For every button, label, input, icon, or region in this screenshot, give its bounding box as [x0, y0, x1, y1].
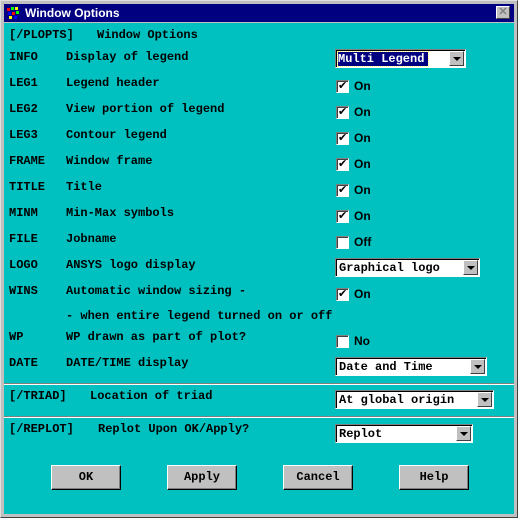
- date-desc: DATE/TIME display: [66, 356, 189, 370]
- window-title: Window Options: [25, 6, 120, 20]
- plopts-tag: [/PLOPTS]: [9, 28, 74, 42]
- leg2-key: LEG2: [9, 102, 38, 116]
- wp-plot-checkbox[interactable]: [336, 335, 349, 348]
- triad-desc: Location of triad: [90, 389, 213, 403]
- check-icon: ✔: [338, 79, 348, 92]
- replot-combo[interactable]: Replot: [335, 424, 473, 443]
- ok-button[interactable]: OK: [51, 465, 121, 490]
- close-x-icon: ✕: [498, 6, 508, 18]
- title-label: On: [354, 183, 371, 197]
- view-portion-checkbox[interactable]: ✔: [336, 105, 349, 119]
- close-button[interactable]: ✕: [496, 6, 510, 19]
- combo-value: Multi Legend: [336, 51, 430, 67]
- check-icon: ✔: [338, 157, 348, 170]
- window-frame-checkbox[interactable]: ✔: [336, 157, 349, 171]
- leg1-key: LEG1: [9, 76, 38, 90]
- cancel-button[interactable]: Cancel: [283, 465, 353, 490]
- combo-value: Graphical logo: [339, 261, 440, 275]
- legend-header-label: On: [354, 79, 371, 93]
- combo-value: Replot: [339, 427, 383, 441]
- date-key: DATE: [9, 356, 38, 370]
- dropdown-arrow-icon[interactable]: [477, 392, 492, 407]
- check-icon: ✔: [338, 183, 348, 196]
- separator: [4, 383, 514, 385]
- file-desc: Jobname: [66, 232, 117, 246]
- leg2-desc: View portion of legend: [66, 102, 225, 116]
- title-checkbox[interactable]: ✔: [336, 183, 349, 197]
- logo-key: LOGO: [9, 258, 38, 272]
- ansys-app-icon: [7, 7, 19, 19]
- contour-legend-checkbox[interactable]: ✔: [336, 131, 349, 145]
- check-icon: ✔: [338, 209, 348, 222]
- auto-window-sizing-checkbox[interactable]: ✔: [336, 287, 349, 301]
- frame-desc: Window frame: [66, 154, 153, 168]
- wp-key: WP: [9, 330, 24, 344]
- min-max-checkbox[interactable]: ✔: [336, 209, 349, 223]
- minm-key: MINM: [9, 206, 38, 220]
- wp-plot-label: No: [354, 334, 370, 348]
- wins-key: WINS: [9, 284, 38, 298]
- dialog-body: [/PLOPTS] Window Options INFO Display of…: [4, 23, 514, 514]
- legend-display-combo[interactable]: Multi Legend: [335, 49, 466, 68]
- triad-location-combo[interactable]: At global origin: [335, 390, 494, 409]
- combo-value: Date and Time: [339, 360, 433, 374]
- triad-tag: [/TRIAD]: [9, 389, 67, 403]
- title-bar[interactable]: Window Options ✕: [4, 4, 514, 22]
- auto-window-sizing-label: On: [354, 287, 371, 301]
- title-desc: Title: [66, 180, 103, 194]
- info-key: INFO: [9, 50, 38, 64]
- legend-header-checkbox[interactable]: ✔: [336, 79, 349, 93]
- title-key: TITLE: [9, 180, 46, 194]
- wp-desc: WP drawn as part of plot?: [66, 330, 247, 344]
- logo-display-combo[interactable]: Graphical logo: [335, 258, 480, 277]
- wins-desc: Automatic window sizing -: [66, 284, 247, 298]
- info-desc: Display of legend: [66, 50, 189, 64]
- separator: [4, 416, 514, 418]
- replot-tag: [/REPLOT]: [9, 422, 74, 436]
- dropdown-arrow-icon[interactable]: [470, 359, 485, 374]
- date-time-combo[interactable]: Date and Time: [335, 357, 487, 376]
- leg3-key: LEG3: [9, 128, 38, 142]
- wins-note: - when entire legend turned on or off: [66, 309, 333, 323]
- file-key: FILE: [9, 232, 38, 246]
- leg3-desc: Contour legend: [66, 128, 167, 142]
- dropdown-arrow-icon[interactable]: [463, 260, 478, 275]
- window-options-dialog: Window Options ✕ [/PLOPTS] Window Option…: [0, 0, 518, 518]
- replot-desc: Replot Upon OK/Apply?: [98, 422, 250, 436]
- min-max-label: On: [354, 209, 371, 223]
- apply-button[interactable]: Apply: [167, 465, 237, 490]
- check-icon: ✔: [338, 131, 348, 144]
- dropdown-arrow-icon[interactable]: [456, 426, 471, 441]
- minm-desc: Min-Max symbols: [66, 206, 175, 220]
- dropdown-arrow-icon[interactable]: [449, 51, 464, 66]
- jobname-checkbox[interactable]: [336, 236, 349, 249]
- window-frame-label: On: [354, 157, 371, 171]
- frame-key: FRAME: [9, 154, 46, 168]
- help-button[interactable]: Help: [399, 465, 469, 490]
- check-icon: ✔: [338, 105, 348, 118]
- logo-desc: ANSYS logo display: [66, 258, 196, 272]
- view-portion-label: On: [354, 105, 371, 119]
- check-icon: ✔: [338, 287, 348, 300]
- contour-legend-label: On: [354, 131, 371, 145]
- plopts-title: Window Options: [97, 28, 198, 42]
- jobname-label: Off: [354, 235, 372, 249]
- combo-value: At global origin: [339, 393, 455, 407]
- leg1-desc: Legend header: [66, 76, 160, 90]
